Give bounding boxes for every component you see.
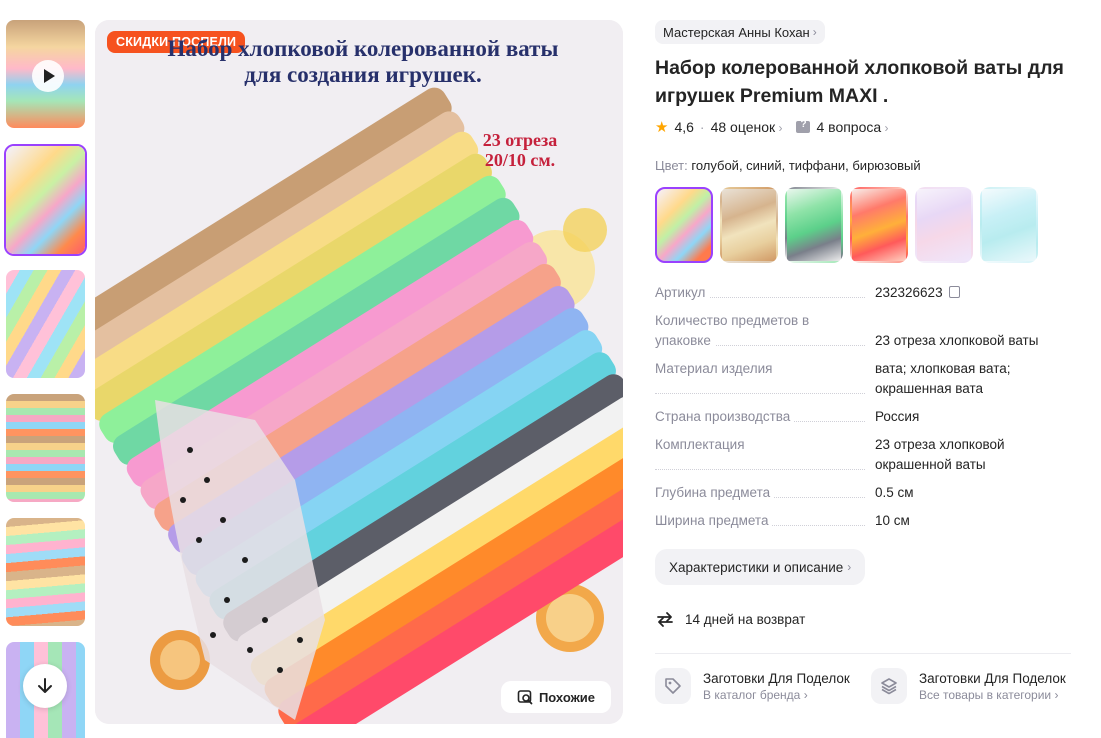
spec-key: Страна производства	[655, 407, 875, 427]
image-caption-title: Набор хлопковой колерованной ваты для со…	[167, 36, 559, 87]
questions-count: 4 вопроса	[816, 119, 882, 135]
color-swatch-5[interactable]	[915, 187, 973, 263]
brand-catalog-link[interactable]: Заготовки Для Поделок В каталог бренда ›	[655, 668, 857, 704]
image-caption-line1: 23 отреза	[482, 130, 558, 150]
spec-row-material: Материал изделия вата; хлопковая вата; о…	[655, 359, 1095, 399]
return-arrows-icon	[657, 612, 673, 627]
brand-catalog-title: Заготовки Для Поделок	[703, 670, 850, 686]
spec-row-country: Страна производства Россия	[655, 407, 1095, 427]
main-product-image[interactable]: СКИДКИ ПОСПЕЛИ Набор хлопковой колерован…	[95, 20, 623, 724]
spec-key: Количество предметов в упаковке	[655, 311, 875, 351]
spec-row-quantity: Количество предметов в упаковке 23 отрез…	[655, 311, 1095, 351]
color-swatch-2[interactable]	[720, 187, 778, 263]
spec-row-kit: Комплектация 23 отреза хлопковой окрашен…	[655, 435, 1095, 475]
spec-value: 0.5 см	[875, 485, 914, 500]
spec-key-text: Страна производства	[655, 409, 795, 424]
similar-label: Похожие	[538, 689, 596, 705]
article-number: 232326623	[875, 285, 943, 300]
play-icon	[32, 60, 64, 92]
color-row: Цвет: голубой, синий, тиффани, бирюзовый	[655, 158, 1095, 173]
chevron-right-icon: ›	[847, 560, 852, 574]
similar-button[interactable]: Похожие	[501, 681, 611, 713]
tag-icon	[655, 668, 691, 704]
image-caption-subtitle: 23 отреза 20/10 см.	[465, 130, 575, 170]
spec-key-text: Количество предметов в упаковке	[655, 313, 810, 348]
reviews-link[interactable]: 48 оценок ›	[711, 119, 783, 135]
spec-value: 10 см	[875, 513, 910, 528]
related-links: Заготовки Для Поделок В каталог бренда ›…	[655, 668, 1095, 704]
spec-key-text: Ширина предмета	[655, 513, 773, 528]
spec-key: Ширина предмета	[655, 511, 875, 531]
brand-link[interactable]: Мастерская Анны Кохан ›	[655, 20, 825, 44]
rating-value: 4,6	[674, 119, 694, 135]
spec-key-text: Материал изделия	[655, 361, 777, 376]
characteristics-label: Характеристики и описание	[669, 559, 844, 575]
thumbnail-video[interactable]	[4, 18, 87, 130]
thumbnail-3[interactable]	[4, 392, 87, 504]
thumbnail-2[interactable]	[4, 268, 87, 380]
color-swatch-3[interactable]	[785, 187, 843, 263]
copy-icon[interactable]	[948, 286, 960, 298]
spec-key: Артикул	[655, 283, 875, 303]
product-title: Набор колерованной хлопковой ваты для иг…	[655, 57, 1064, 107]
specs-table: Артикул 232326623 Количество предметов в…	[655, 283, 1095, 531]
chevron-right-icon: ›	[803, 687, 808, 702]
layers-icon	[871, 668, 907, 704]
spec-value: 23 отреза хлопковой окрашенной ваты	[875, 437, 1005, 472]
image-caption-line2: 20/10 см.	[484, 150, 556, 170]
rating-row: ★ 4,6 · 48 оценок › 4 вопроса ›	[655, 118, 1095, 136]
thumbnail-4[interactable]	[4, 516, 87, 628]
spec-row-width: Ширина предмета 10 см	[655, 511, 1095, 531]
spec-row-depth: Глубина предмета 0.5 см	[655, 483, 1095, 503]
color-swatch-4[interactable]	[850, 187, 908, 263]
color-swatch-1[interactable]	[655, 187, 713, 263]
product-photo	[95, 20, 623, 724]
spec-value: вата; хлопковая вата; окрашенная вата	[875, 361, 1011, 396]
spec-key: Материал изделия	[655, 359, 875, 399]
reviews-count: 48 оценок	[710, 119, 776, 135]
characteristics-button[interactable]: Характеристики и описание ›	[655, 549, 866, 585]
category-title: Заготовки Для Поделок	[919, 670, 1066, 686]
chevron-right-icon: ›	[881, 121, 889, 135]
question-icon	[796, 119, 811, 133]
brand-catalog-sub-text: В каталог бренда	[703, 687, 801, 702]
return-policy: 14 дней на возврат	[655, 609, 1095, 629]
spec-key-text: Глубина предмета	[655, 485, 775, 500]
thumbnail-strip	[0, 0, 95, 738]
category-link[interactable]: Заготовки Для Поделок Все товары в катег…	[871, 668, 1073, 704]
divider	[655, 653, 1071, 654]
chevron-right-icon: ›	[775, 121, 783, 135]
spec-key: Комплектация	[655, 435, 875, 475]
spec-key: Глубина предмета	[655, 483, 875, 503]
color-swatch-6[interactable]	[980, 187, 1038, 263]
separator-dot: ·	[699, 119, 705, 135]
category-sub-text: Все товары в категории	[919, 687, 1052, 702]
star-icon: ★	[655, 119, 669, 136]
questions-link[interactable]: 4 вопроса ›	[816, 119, 888, 135]
brand-catalog-text: Заготовки Для Поделок В каталог бренда ›	[703, 671, 850, 702]
arrow-down-icon	[38, 678, 52, 693]
spec-key-text: Комплектация	[655, 437, 749, 452]
color-label: Цвет:	[655, 158, 688, 173]
chevron-right-icon: ›	[812, 25, 817, 39]
return-days-label: 14 дней на возврат	[685, 611, 806, 627]
color-swatches	[655, 187, 1095, 263]
category-sub: Все товары в категории ›	[919, 688, 1066, 702]
spec-value: 232326623	[875, 283, 1065, 303]
product-info: Мастерская Анны Кохан › Набор колерованн…	[655, 20, 1095, 704]
spec-key-text: Артикул	[655, 285, 710, 300]
spec-row-article: Артикул 232326623	[655, 283, 1095, 303]
brand-name: Мастерская Анны Кохан	[663, 24, 810, 40]
thumbnail-1[interactable]	[4, 144, 87, 256]
category-text: Заготовки Для Поделок Все товары в катег…	[919, 671, 1066, 702]
color-value: голубой, синий, тиффани, бирюзовый	[691, 158, 921, 173]
chevron-right-icon: ›	[1054, 687, 1059, 702]
brand-catalog-sub: В каталог бренда ›	[703, 688, 850, 702]
search-similar-icon	[517, 690, 533, 705]
scroll-down-button[interactable]	[23, 664, 67, 708]
spec-value: Россия	[875, 409, 920, 424]
spec-value: 23 отреза хлопковой ваты	[875, 333, 1039, 348]
